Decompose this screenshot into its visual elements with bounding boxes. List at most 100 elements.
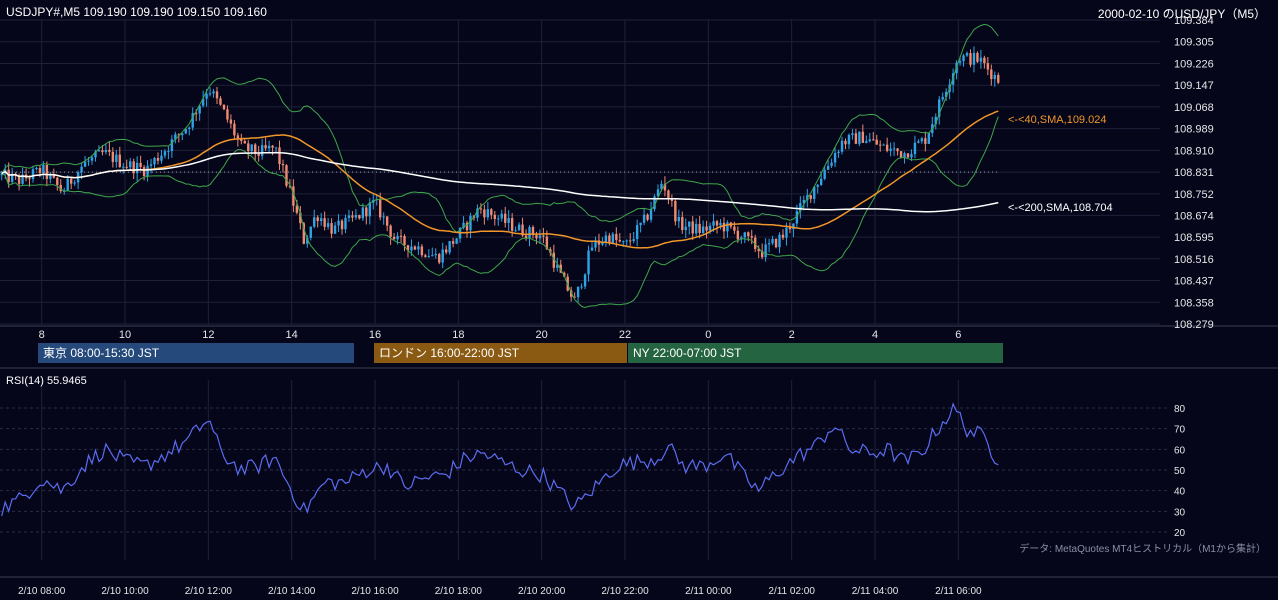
x-tick-label: 0 [705,329,711,341]
candle-body [205,93,208,99]
x-tick-label: 4 [872,329,878,341]
candle [924,131,927,152]
candle [135,156,139,182]
candle-body [215,91,219,99]
candle [403,234,406,252]
y-tick-label: 108.437 [1174,276,1214,288]
candle-body [990,69,993,80]
time-axis-label: 2/11 00:00 [685,586,732,597]
y-tick-label: 108.358 [1174,297,1214,309]
rsi-y-tick-label: 20 [1174,528,1186,539]
candle [576,286,580,303]
candle [504,206,507,228]
candle-body [469,215,472,231]
candle-body [66,178,69,191]
candle [267,140,271,154]
candle-body [229,119,233,124]
candle-body [146,165,149,177]
candle [997,72,1000,85]
candle [129,157,132,171]
candle [854,129,858,145]
candle-body [142,167,146,177]
candle-body [927,133,931,144]
session-tokyo-band: 東京 08:00-15:30 JST [38,343,354,363]
y-tick-label: 108.910 [1174,145,1214,157]
candle-body [108,149,111,152]
candle [424,253,427,258]
candle-body [510,218,514,231]
candle-body [809,195,812,199]
y-tick-label: 108.989 [1174,124,1214,136]
x-tick-label: 10 [119,329,131,341]
candle [858,131,861,147]
candle [892,142,896,156]
candle-body [451,241,455,244]
candle-body [125,166,128,168]
candle-body [326,223,330,227]
candle [906,153,910,159]
candle-body [684,226,687,231]
candle [792,223,795,238]
session-london-band: ロンドン 16:00-22:00 JST [374,343,627,363]
candle-body [712,221,715,226]
candle-body [274,147,278,149]
candle [444,245,448,255]
x-tick-label: 2 [789,329,795,341]
candle-body [764,244,767,258]
candle [59,179,62,194]
candle-body [250,144,253,152]
candle-body [500,213,503,219]
candle-body [323,218,326,227]
candle-body [243,141,246,144]
candle-body [448,241,451,253]
candle-body [576,286,580,298]
candle [188,126,191,136]
candle-body [635,225,639,240]
candle-body [212,91,215,94]
candle-body [379,199,382,218]
candle-body [514,230,517,232]
candle [14,172,17,181]
candle-body [642,214,646,223]
candle-body [399,235,403,237]
candle-body [281,163,285,166]
candle [455,237,458,245]
candle-body [410,246,413,251]
rsi-y-tick-label: 80 [1174,404,1186,415]
candle [941,92,944,102]
candle [840,136,844,155]
candle-body [438,253,441,263]
candle-body [896,148,899,152]
candle [229,114,233,129]
candle [580,283,583,290]
price-chart[interactable]: 8 2/10 08:00 10 2/10 10:00 12 2/10 12:00 14 2/1… [0,0,1278,600]
candle-body [608,235,611,243]
candle-body [129,161,132,168]
candle-body [156,157,160,161]
time-axis-label: 2/10 16:00 [351,586,399,597]
candle-body [233,123,236,136]
candle-body [743,232,746,238]
candle [965,51,969,57]
candle [389,224,392,245]
candle [493,210,496,226]
candle-body [667,190,670,199]
candle [281,159,285,173]
candle [847,133,851,150]
candle [49,171,52,184]
candle-body [983,57,986,64]
candle-body [264,145,267,149]
candle [920,136,924,144]
candle-body [319,218,323,222]
candle [882,143,885,146]
candle [729,221,733,229]
candle [726,220,729,238]
candle-body [604,235,608,243]
sma-40-label: <-<40,SMA,109.024 [1008,114,1106,126]
candle [889,142,892,157]
candle-body [726,222,729,232]
candle-body [722,222,726,232]
candle-body [958,61,962,63]
candle [73,180,76,186]
candle-body [504,213,507,223]
